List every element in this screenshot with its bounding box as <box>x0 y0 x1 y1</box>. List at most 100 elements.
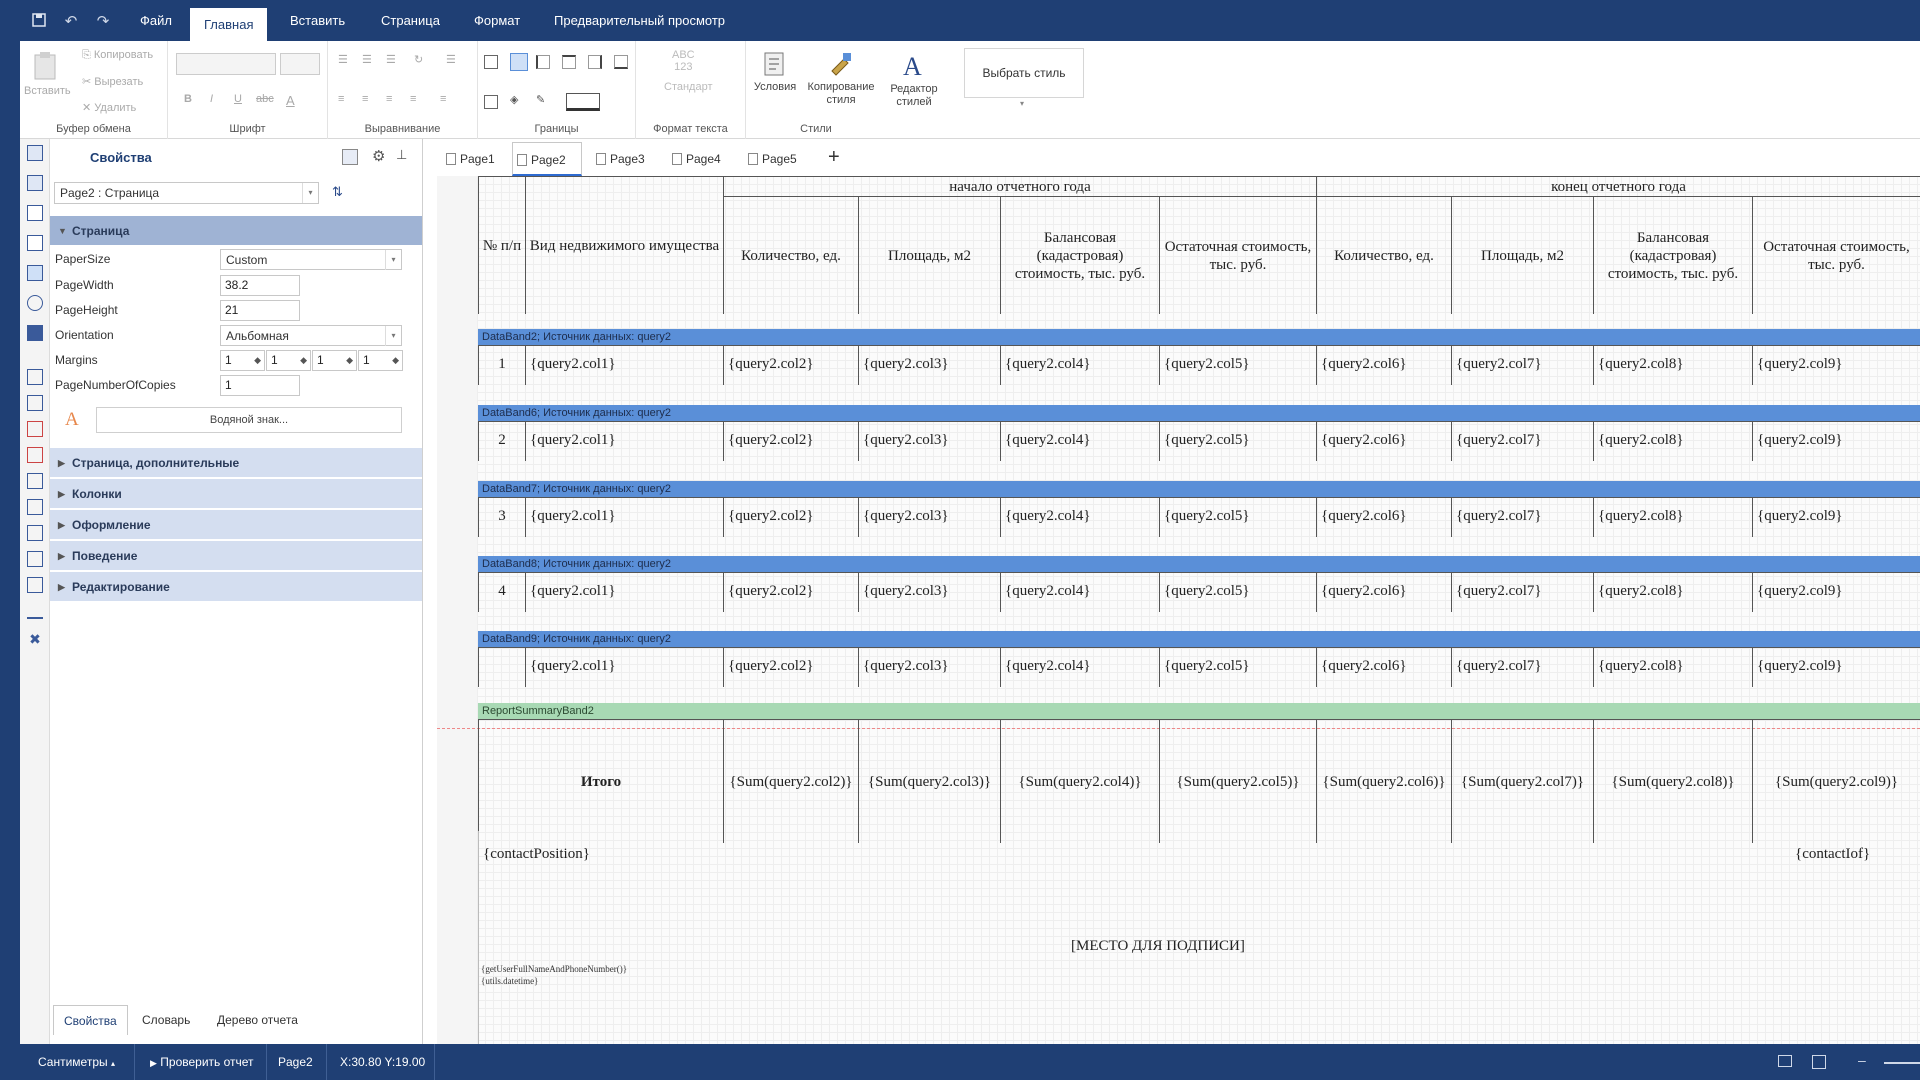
summary-sum-cell[interactable]: {Sum(query2.col9)} <box>1752 719 1920 843</box>
zoom-slider[interactable] <box>1884 1062 1920 1064</box>
band-icon[interactable] <box>27 145 43 161</box>
databand-num-cell[interactable]: 2 <box>478 421 525 461</box>
databand-cell[interactable]: {query2.col9} <box>1752 345 1920 385</box>
header-end-year[interactable]: конец отчетного года <box>1316 176 1920 196</box>
tab-report-tree[interactable]: Дерево отчета <box>207 1005 308 1035</box>
header-area-start[interactable]: Площадь, м2 <box>858 196 1000 314</box>
align-justify-icon[interactable]: ≡ <box>410 93 416 105</box>
underline-icon[interactable]: U <box>234 93 242 105</box>
richtext-icon[interactable] <box>27 395 43 411</box>
databand-cell[interactable]: {query2.col4} <box>1000 345 1159 385</box>
object-selector[interactable]: Page2 : Страница ▾ <box>54 182 319 204</box>
databand-cell[interactable]: {query2.col9} <box>1752 497 1920 537</box>
databand-cell[interactable]: {query2.col9} <box>1752 647 1920 687</box>
tab-properties[interactable]: Свойства <box>53 1005 128 1035</box>
page-view-icon[interactable] <box>1778 1055 1792 1067</box>
databand-cell[interactable]: {query2.col4} <box>1000 572 1159 612</box>
category-behavior[interactable]: ▶ Поведение <box>50 541 422 571</box>
summary-total-label[interactable]: Итого <box>478 719 723 843</box>
table-icon[interactable] <box>27 265 43 281</box>
category-columns[interactable]: ▶ Колонки <box>50 479 422 509</box>
format-standard-label[interactable]: Стандарт <box>664 81 713 93</box>
databand-cell[interactable]: {query2.col5} <box>1159 345 1316 385</box>
databand-cell[interactable]: {query2.col2} <box>723 497 858 537</box>
databand-num-cell[interactable]: 3 <box>478 497 525 537</box>
italic-icon[interactable]: I <box>210 93 213 105</box>
databand-label[interactable]: DataBand2; Источник данных: query2 <box>478 329 1920 345</box>
summary-sum-cell[interactable]: {Sum(query2.col4)} <box>1000 719 1159 843</box>
contact-position-field[interactable]: {contactPosition} <box>483 846 590 863</box>
border-width-icon[interactable] <box>566 93 600 111</box>
category-page-extra[interactable]: ▶ Страница, дополнительные <box>50 448 422 478</box>
report-design-surface[interactable]: № п/п Вид недвижимого имущества начало о… <box>437 176 1920 1044</box>
stepper-icon[interactable]: ◆ <box>392 351 402 370</box>
zoom-out-icon[interactable]: – <box>1858 1052 1866 1068</box>
stepper-icon[interactable]: ◆ <box>254 351 264 370</box>
align-right-icon[interactable]: ≡ <box>386 93 392 105</box>
save-icon[interactable] <box>28 12 50 30</box>
summary-sum-cell[interactable]: {Sum(query2.col5)} <box>1159 719 1316 843</box>
map-icon[interactable] <box>27 577 43 593</box>
tab-dictionary[interactable]: Словарь <box>132 1005 200 1035</box>
header-residual-start[interactable]: Остаточная стоимость, тыс. руб. <box>1159 196 1316 314</box>
databand-cell[interactable]: {query2.col9} <box>1752 421 1920 461</box>
conditions-button[interactable]: Условия <box>750 51 800 94</box>
units-selector[interactable]: Сантиметры ▴ <box>30 1044 123 1080</box>
menu-preview[interactable]: Предварительный просмотр <box>540 0 739 41</box>
databand-cell[interactable]: {query2.col6} <box>1316 647 1451 687</box>
databand-cell[interactable]: {query2.col5} <box>1159 421 1316 461</box>
databand-cell[interactable]: {query2.col3} <box>858 421 1000 461</box>
delete-button[interactable]: ✕ Удалить <box>82 101 136 114</box>
databand-cell[interactable]: {query2.col6} <box>1316 421 1451 461</box>
header-qty-end[interactable]: Количество, ед. <box>1316 196 1451 314</box>
user-info-field[interactable]: {getUserFullNameAndPhoneNumber()} <box>481 964 627 974</box>
tab-page4[interactable]: Page4 <box>668 142 734 176</box>
summary-sum-cell[interactable]: {Sum(query2.col2)} <box>723 719 858 843</box>
menu-page[interactable]: Страница <box>367 0 454 41</box>
watermark-button[interactable]: Водяной знак... <box>96 407 402 433</box>
check-report-button[interactable]: ▶ Проверить отчет <box>142 1044 262 1080</box>
border-bottom-icon[interactable] <box>614 55 628 69</box>
databand-label[interactable]: DataBand6; Источник данных: query2 <box>478 405 1920 421</box>
header-balance-end[interactable]: Балансовая (кадастровая) стоимость, тыс.… <box>1593 196 1752 314</box>
databand-cell[interactable]: {query2.col7} <box>1451 497 1593 537</box>
databand-cell[interactable]: {query2.col4} <box>1000 647 1159 687</box>
databand-cell[interactable]: {query2.col5} <box>1159 572 1316 612</box>
databand-cell[interactable]: {query2.col3} <box>858 647 1000 687</box>
format-icon[interactable]: ABC 123 <box>672 49 695 73</box>
category-page[interactable]: ▼ Страница <box>50 216 422 246</box>
text-icon[interactable] <box>27 369 43 385</box>
summary-band-label[interactable]: ReportSummaryBand2 <box>478 703 1920 719</box>
panel-icon[interactable] <box>27 205 43 221</box>
contact-iof-field[interactable]: {contactIof} <box>1795 846 1870 863</box>
prop-pagewidth-input[interactable]: 38.2 <box>220 275 300 296</box>
databand-cell[interactable]: {query2.col8} <box>1593 421 1752 461</box>
prop-pageheight-input[interactable]: 21 <box>220 300 300 321</box>
stepper-icon[interactable]: ◆ <box>300 351 310 370</box>
font-name-select[interactable] <box>176 53 276 75</box>
zipcode-icon[interactable] <box>27 499 43 515</box>
databand-cell[interactable]: {query2.col9} <box>1752 572 1920 612</box>
databand-cell[interactable]: {query2.col2} <box>723 345 858 385</box>
checkbox-icon[interactable] <box>27 473 43 489</box>
margin-top-input[interactable]: 1 ◆ <box>266 350 311 371</box>
databand-cell[interactable]: {query2.col1} <box>525 345 723 385</box>
databand-cell[interactable]: {query2.col1} <box>525 647 723 687</box>
wrap-icon[interactable]: ☰ <box>446 53 456 66</box>
font-color-icon[interactable]: A <box>286 93 295 108</box>
sort-az-icon[interactable]: ⇅ <box>332 184 343 200</box>
databand-cell[interactable]: {query2.col2} <box>723 421 858 461</box>
header-num[interactable]: № п/п <box>478 176 525 314</box>
align-bottom-icon[interactable]: ☰ <box>386 53 396 66</box>
header-qty-start[interactable]: Количество, ед. <box>723 196 858 314</box>
header-balance-start[interactable]: Балансовая (кадастровая) стоимость, тыс.… <box>1000 196 1159 314</box>
databand-cell[interactable]: {query2.col1} <box>525 572 723 612</box>
prop-copies-input[interactable]: 1 <box>220 375 300 396</box>
align-center-icon[interactable]: ≡ <box>362 93 368 105</box>
line-spacing-icon[interactable]: ≡ <box>440 93 446 105</box>
border-right-icon[interactable] <box>588 55 602 69</box>
databand-num-cell[interactable] <box>478 647 525 687</box>
chart-icon[interactable] <box>27 603 43 619</box>
image-icon[interactable] <box>27 421 43 437</box>
subreport-icon[interactable] <box>27 525 43 541</box>
